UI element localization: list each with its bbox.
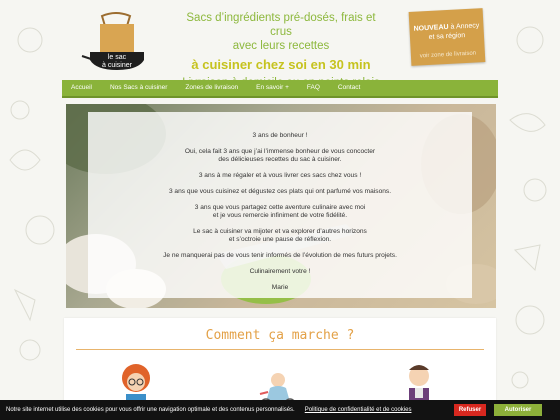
message-line-2b: des délicieuses recettes du sac à cuisin… bbox=[218, 156, 342, 163]
promo-link[interactable]: voir zone de livraison bbox=[411, 50, 485, 60]
site-logo[interactable]: le sac à cuisiner bbox=[80, 12, 150, 74]
tagline-line-2: avec leurs recettes bbox=[232, 40, 330, 52]
logo-text-1: le sac bbox=[108, 54, 127, 61]
bag-logo-icon: le sac à cuisiner bbox=[81, 12, 144, 70]
message-line-6b: et s’octroie une pause de réflexion. bbox=[228, 236, 332, 243]
message-line-5b: et je vous remercie infiniment de votre … bbox=[212, 212, 348, 219]
anniversary-message: 3 ans de bonheur ! Oui, cela fait 3 ans … bbox=[88, 112, 472, 298]
message-line-4: 3 ans que vous cuisinez et dégustez ces … bbox=[168, 188, 392, 195]
nav-item-nos-sacs[interactable]: Nos Sacs à cuisiner bbox=[101, 80, 176, 96]
logo-text-2: à cuisiner bbox=[102, 62, 133, 69]
refuse-cookies-button[interactable]: Refuser bbox=[454, 404, 486, 416]
nav-item-contact[interactable]: Contact bbox=[329, 80, 369, 96]
nav-item-faq[interactable]: FAQ bbox=[298, 80, 329, 96]
message-signoff: Culinairement votre ! bbox=[249, 268, 311, 275]
cookie-banner: Notre site internet utilise des cookies … bbox=[0, 400, 560, 420]
cookie-text: Notre site internet utilise des cookies … bbox=[6, 407, 295, 413]
promo-text: NOUVEAU à Annecy et sa région bbox=[409, 21, 484, 43]
message-line-5a: 3 ans que vous partagez cette aventure c… bbox=[194, 204, 366, 211]
promo-city: à Annecy bbox=[448, 22, 480, 31]
message-line-7: Je ne manquerai pas de vous tenir inform… bbox=[163, 252, 397, 259]
tagline-line-1: Sacs d’ingrédients pré-dosés, frais et c… bbox=[186, 12, 376, 38]
message-line-3: 3 ans à me régaler et à vous livrer ces … bbox=[198, 172, 362, 179]
message-line-6a: Le sac à cuisiner va mijoter et va explo… bbox=[193, 228, 367, 235]
how-it-works-title: Comment ça marche ? bbox=[205, 328, 355, 343]
nav-item-en-savoir-plus[interactable]: En savoir + bbox=[247, 80, 298, 96]
site-tagline: Sacs d’ingrédients pré-dosés, frais et c… bbox=[176, 11, 386, 91]
promo-new-label: NOUVEAU bbox=[413, 23, 449, 33]
promo-region: et sa région bbox=[428, 32, 466, 41]
nav-item-accueil[interactable]: Accueil bbox=[62, 80, 101, 96]
message-signature: Marie bbox=[271, 284, 289, 291]
nav-item-zones-livraison[interactable]: Zones de livraison bbox=[176, 80, 247, 96]
tagline-line-3: à cuisiner chez soi en 30 min bbox=[191, 57, 371, 72]
main-nav: Accueil Nos Sacs à cuisiner Zones de liv… bbox=[62, 80, 498, 98]
accept-cookies-button[interactable]: Autoriser bbox=[494, 404, 542, 416]
privacy-policy-link[interactable]: Politique de confidentialité et de cooki… bbox=[305, 407, 412, 413]
new-area-promo[interactable]: NOUVEAU à Annecy et sa région voir zone … bbox=[408, 8, 486, 66]
title-divider bbox=[76, 349, 484, 350]
message-line-2a: Oui, cela fait 3 ans que j’ai l’immense … bbox=[184, 148, 376, 155]
message-title: 3 ans de bonheur ! bbox=[252, 132, 308, 139]
